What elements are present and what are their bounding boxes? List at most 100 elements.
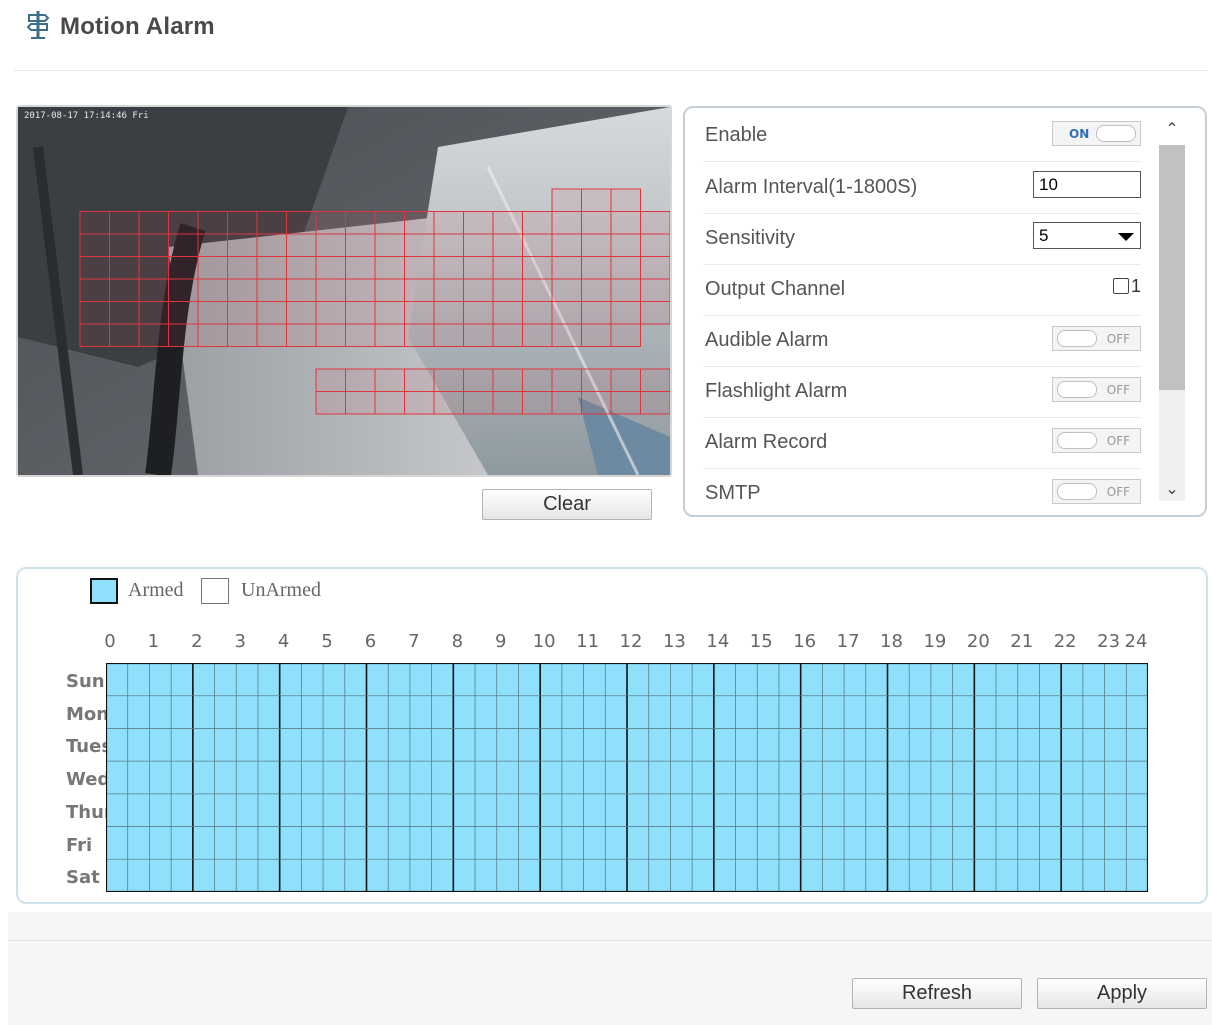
motion-cell xyxy=(404,323,435,347)
flashlight-alarm-toggle[interactable]: OFF xyxy=(1052,377,1141,402)
motion-cell xyxy=(256,301,287,325)
motion-cell xyxy=(640,301,670,325)
motion-cell xyxy=(463,256,494,280)
scrollbar-thumb[interactable] xyxy=(1159,145,1185,390)
motion-cell xyxy=(168,256,199,280)
dropdown-caret-icon xyxy=(1118,233,1134,241)
motion-cell xyxy=(581,391,612,415)
motion-cell xyxy=(227,301,258,325)
motion-cell xyxy=(79,256,110,280)
audible-alarm-row: Audible Alarm OFF xyxy=(703,315,1141,367)
motion-cell xyxy=(404,301,435,325)
toggle-knob xyxy=(1057,432,1097,449)
hour-label: 12 xyxy=(619,631,643,652)
enable-row: Enable ON xyxy=(703,110,1141,162)
footer-divider xyxy=(8,940,1212,941)
apply-button[interactable]: Apply xyxy=(1037,978,1207,1009)
motion-cell xyxy=(581,368,612,392)
motion-cell xyxy=(227,211,258,235)
hour-label: 21 xyxy=(1010,631,1034,652)
flashlight-alarm-label: Flashlight Alarm xyxy=(705,380,848,402)
scroll-up-icon[interactable]: ⌃ xyxy=(1162,120,1182,140)
video-preview[interactable]: 2017-08-17 17:14:46 Fri xyxy=(16,105,672,477)
scrollbar[interactable] xyxy=(1159,145,1185,501)
motion-cell xyxy=(168,278,199,302)
motion-cell xyxy=(492,278,523,302)
enable-toggle[interactable]: ON xyxy=(1052,121,1141,146)
motion-cell xyxy=(227,323,258,347)
motion-cell xyxy=(463,233,494,257)
day-label: Fri xyxy=(66,834,93,856)
motion-cell xyxy=(551,391,582,415)
motion-cell xyxy=(522,301,553,325)
motion-cell xyxy=(640,233,670,257)
motion-cell xyxy=(374,211,405,235)
motion-cell xyxy=(168,211,199,235)
motion-cell xyxy=(138,278,169,302)
smtp-toggle[interactable]: OFF xyxy=(1052,479,1141,504)
motion-cell xyxy=(610,188,641,212)
day-label: Thur xyxy=(66,801,106,823)
motion-cell xyxy=(551,211,582,235)
motion-cell xyxy=(463,211,494,235)
motion-cell xyxy=(286,323,317,347)
motion-cell xyxy=(79,323,110,347)
motion-cell xyxy=(640,278,670,302)
motion-cell xyxy=(345,391,376,415)
hour-label: 6 xyxy=(364,631,377,652)
armed-legend-label: Armed xyxy=(128,579,184,601)
alarm-record-toggle[interactable]: OFF xyxy=(1052,428,1141,453)
motion-cell xyxy=(610,301,641,325)
hour-label: 14 xyxy=(706,631,730,652)
motion-cell xyxy=(315,323,346,347)
motion-cell xyxy=(197,256,228,280)
alarm-interval-label: Alarm Interval(1-1800S) xyxy=(705,176,918,198)
scroll-down-icon[interactable]: ⌄ xyxy=(1162,480,1182,500)
motion-cell xyxy=(640,256,670,280)
motion-cell xyxy=(463,368,494,392)
smtp-state: OFF xyxy=(1106,485,1130,499)
motion-cell xyxy=(138,211,169,235)
motion-cell xyxy=(610,256,641,280)
hour-label: 4 xyxy=(277,631,290,652)
output-channel-row: Output Channel 1 xyxy=(703,264,1141,316)
armed-legend-swatch[interactable] xyxy=(90,578,118,604)
schedule-grid[interactable] xyxy=(106,663,1148,892)
motion-cell xyxy=(197,301,228,325)
motion-cell xyxy=(286,233,317,257)
sensitivity-select[interactable]: 5 xyxy=(1033,222,1141,249)
motion-cell xyxy=(492,256,523,280)
sensitivity-value: 5 xyxy=(1039,226,1049,245)
output-channel-checkbox[interactable] xyxy=(1113,278,1129,294)
motion-cell xyxy=(640,211,670,235)
signpost-icon xyxy=(26,10,50,40)
motion-cell xyxy=(522,391,553,415)
clear-button[interactable]: Clear xyxy=(482,489,652,520)
toggle-knob xyxy=(1096,125,1136,142)
hour-label: 17 xyxy=(836,631,860,652)
motion-cell xyxy=(315,368,346,392)
motion-cell xyxy=(138,233,169,257)
motion-cell xyxy=(433,301,464,325)
refresh-button[interactable]: Refresh xyxy=(852,978,1022,1009)
motion-cell xyxy=(256,256,287,280)
motion-cell xyxy=(551,188,582,212)
motion-cell xyxy=(168,323,199,347)
unarmed-legend-swatch[interactable] xyxy=(201,578,229,604)
motion-cell xyxy=(551,256,582,280)
motion-cell xyxy=(610,323,641,347)
motion-cell xyxy=(345,301,376,325)
motion-cell xyxy=(640,391,670,415)
alarm-record-label: Alarm Record xyxy=(705,431,828,453)
motion-cell xyxy=(522,233,553,257)
hour-label: 18 xyxy=(880,631,903,652)
sensitivity-row: Sensitivity 5 xyxy=(703,213,1141,265)
motion-cell xyxy=(256,211,287,235)
hour-label: 7 xyxy=(408,631,420,652)
toggle-knob xyxy=(1057,330,1097,347)
motion-cell xyxy=(79,233,110,257)
motion-cell xyxy=(345,368,376,392)
enable-label: Enable xyxy=(705,124,768,146)
audible-alarm-toggle[interactable]: OFF xyxy=(1052,326,1141,351)
alarm-interval-input[interactable]: 10 xyxy=(1033,171,1141,198)
